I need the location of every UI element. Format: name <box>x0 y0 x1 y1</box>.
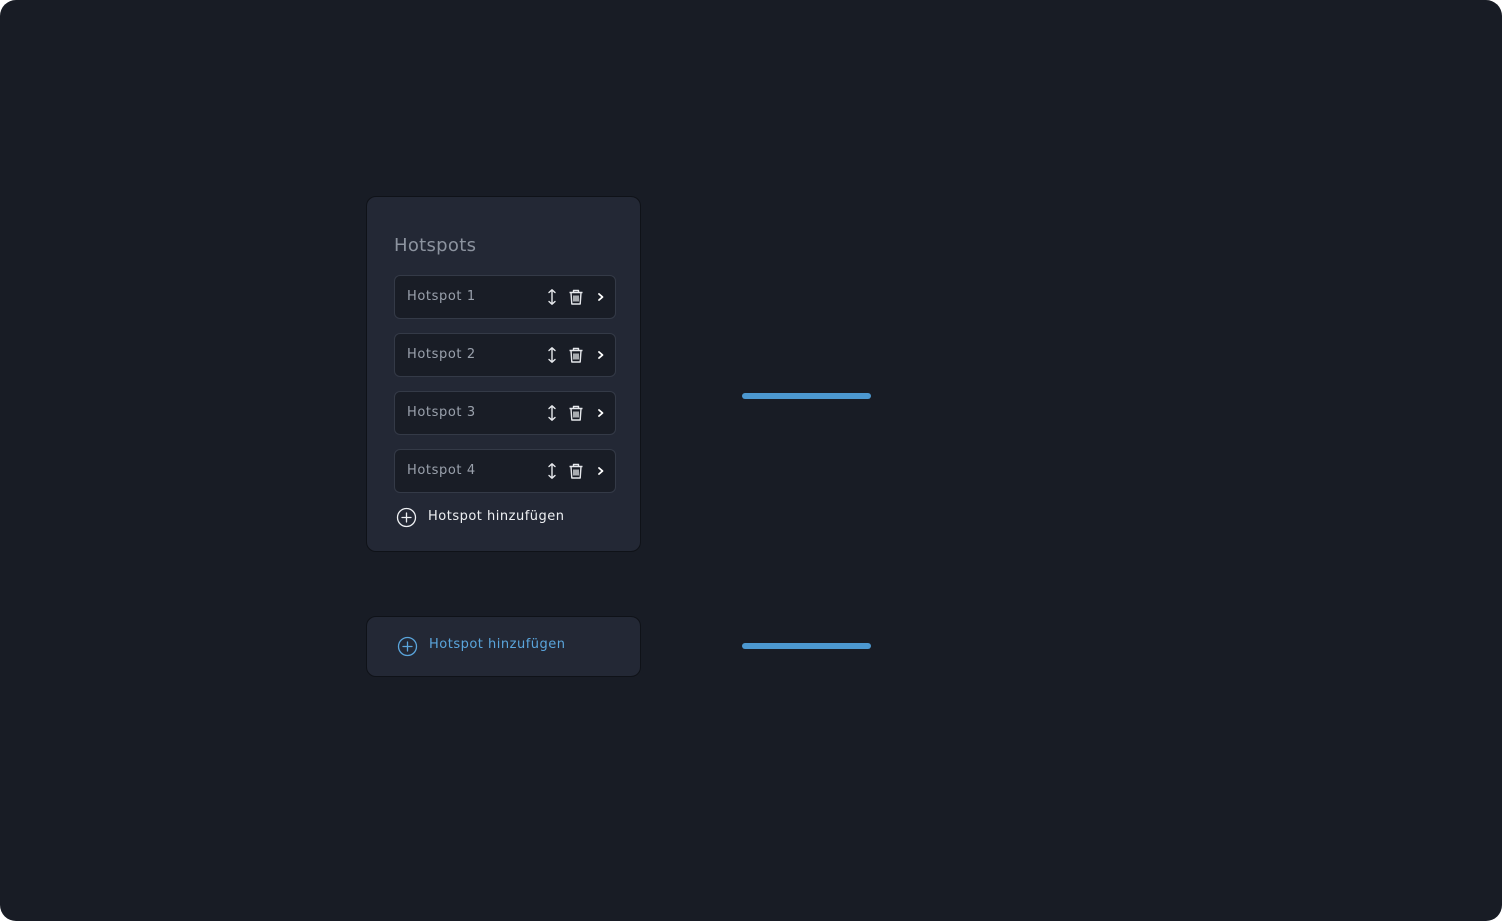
hotspot-item-label: Hotspot 2 <box>407 347 476 362</box>
move-vertical-icon[interactable] <box>543 462 561 480</box>
hotspot-item-2[interactable]: Hotspot 2 <box>394 333 616 377</box>
chevron-right-icon[interactable] <box>594 405 608 421</box>
chevron-right-icon[interactable] <box>594 347 608 363</box>
move-vertical-icon[interactable] <box>543 288 561 306</box>
hotspot-item-1[interactable]: Hotspot 1 <box>394 275 616 319</box>
trash-icon[interactable] <box>567 346 585 364</box>
hotspot-item-label: Hotspot 3 <box>407 405 476 420</box>
chevron-right-icon[interactable] <box>594 289 608 305</box>
add-hotspot-label: Hotspot hinzufügen <box>428 509 565 524</box>
hotspots-panel: Hotspots Hotspot 1 Hotspot 2 Hotspot 3 H… <box>366 196 641 552</box>
move-vertical-icon[interactable] <box>543 346 561 364</box>
plus-circle-icon <box>397 636 418 657</box>
add-hotspot-button[interactable]: Hotspot hinzufügen <box>396 507 596 529</box>
hotspot-item-label: Hotspot 4 <box>407 463 476 478</box>
hotspot-item-4[interactable]: Hotspot 4 <box>394 449 616 493</box>
canvas: Hotspots Hotspot 1 Hotspot 2 Hotspot 3 H… <box>0 0 1502 921</box>
add-hotspot-label: Hotspot hinzufügen <box>429 637 566 652</box>
trash-icon[interactable] <box>567 404 585 422</box>
indicator-bar <box>742 393 871 399</box>
add-hotspot-button-hover[interactable]: Hotspot hinzufügen <box>366 616 641 677</box>
trash-icon[interactable] <box>567 462 585 480</box>
trash-icon[interactable] <box>567 288 585 306</box>
panel-title: Hotspots <box>394 235 477 256</box>
indicator-bar <box>742 643 871 649</box>
plus-circle-icon <box>396 507 417 528</box>
hotspot-item-label: Hotspot 1 <box>407 289 476 304</box>
move-vertical-icon[interactable] <box>543 404 561 422</box>
hotspot-item-3[interactable]: Hotspot 3 <box>394 391 616 435</box>
chevron-right-icon[interactable] <box>594 463 608 479</box>
